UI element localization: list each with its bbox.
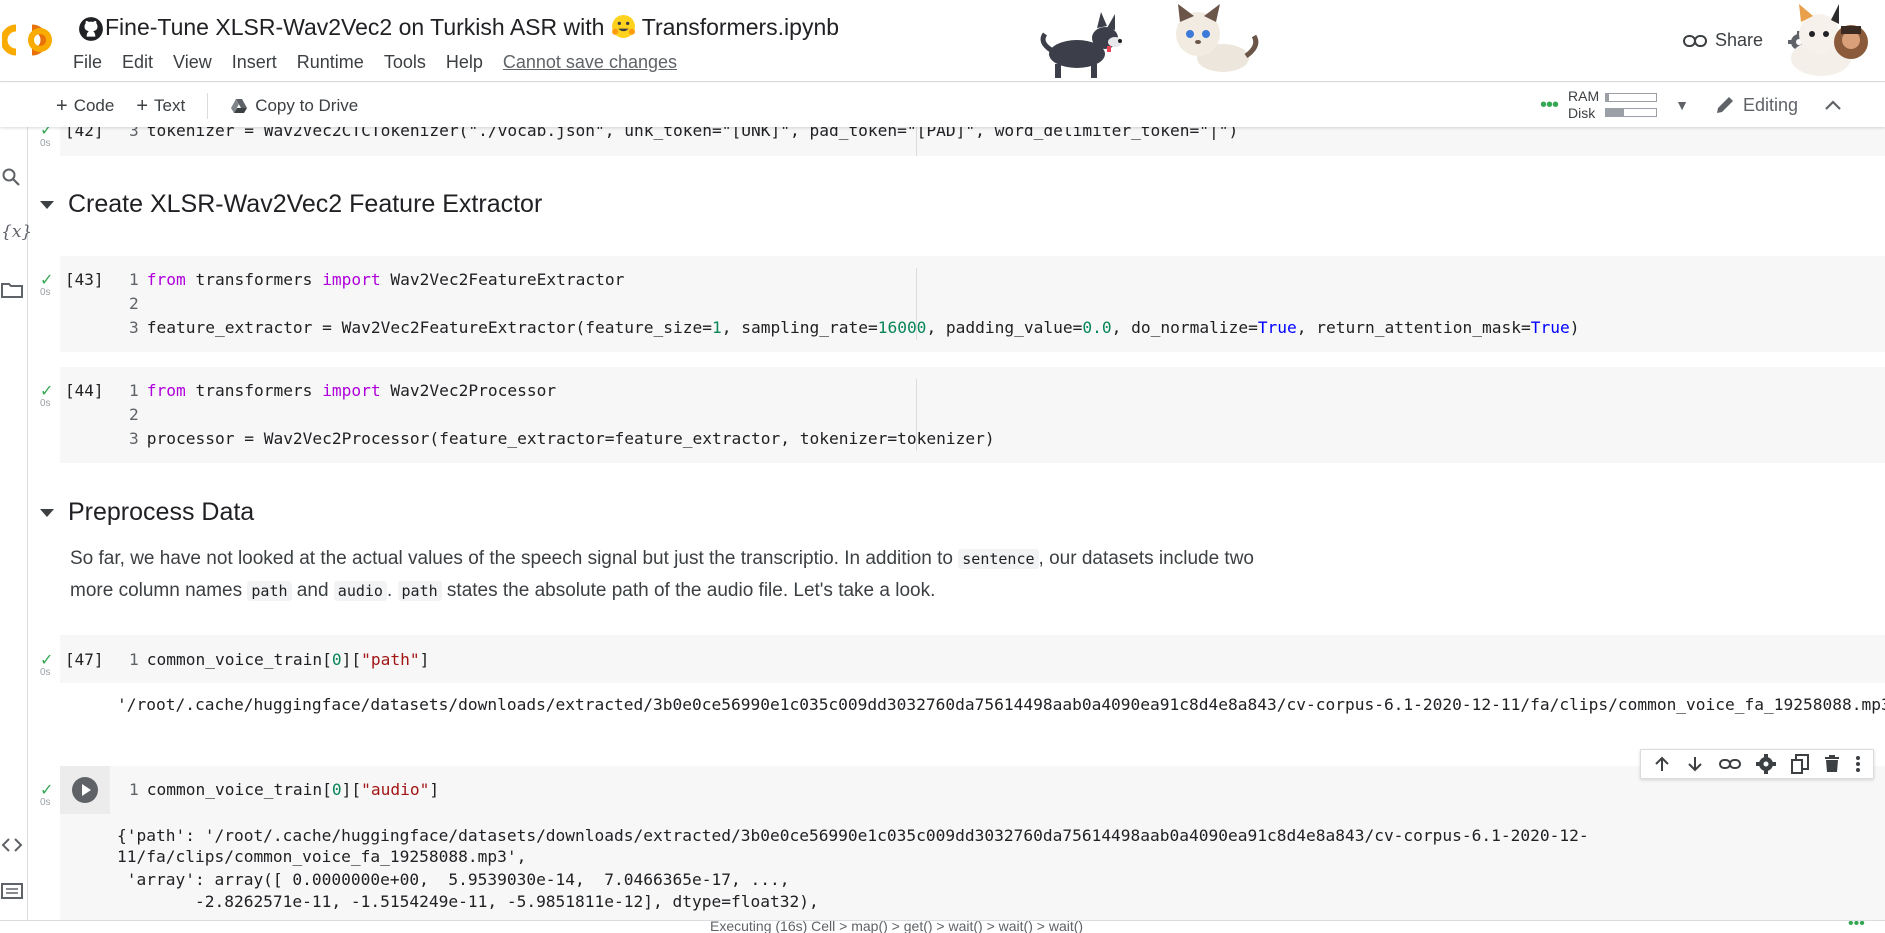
command-palette-icon[interactable]	[1, 883, 23, 899]
menu-tools[interactable]: Tools	[384, 52, 426, 73]
menu-file[interactable]: File	[73, 52, 102, 73]
disk-bar	[1605, 108, 1658, 117]
cell-44-line-3[interactable]: 3 processor = Wav2Vec2Processor(feature_e…	[129, 429, 995, 448]
plus-icon: +	[136, 95, 149, 117]
cell-43-time: 0s	[40, 287, 51, 298]
resource-bars[interactable]	[1605, 93, 1658, 117]
add-code-label: Code	[73, 96, 115, 115]
cell-48-time: 0s	[40, 797, 51, 808]
editing-label: Editing	[1743, 94, 1799, 115]
cell-44-exec-count: [44]	[65, 381, 104, 400]
delete-cell-icon[interactable]	[1824, 755, 1840, 773]
move-down-icon[interactable]	[1686, 755, 1704, 773]
ram-label: RAM	[1568, 88, 1600, 104]
add-text-button[interactable]: + Text	[136, 96, 185, 116]
more-options-icon[interactable]	[1855, 755, 1861, 773]
left-sidebar: {x}	[0, 83, 32, 920]
cell-47-time: 0s	[40, 667, 51, 678]
toolbar-divider	[207, 93, 209, 119]
cell-42-time: 0s	[40, 138, 51, 149]
section-title: Preprocess Data	[68, 498, 255, 526]
cannot-save-link[interactable]: Cannot save changes	[503, 52, 677, 73]
user-avatar[interactable]	[1779, 4, 1885, 82]
cell-43-line-3[interactable]: 3 feature_extractor = Wav2Vec2FeatureExtr…	[129, 318, 1579, 337]
cell-44-line-2[interactable]: 2	[129, 405, 147, 424]
cell-47-output: '/root/.cache/huggingface/datasets/downl…	[117, 695, 1885, 714]
menu-bar: File Edit View Insert Runtime Tools Help…	[73, 52, 697, 73]
copy-to-drive-label: Copy to Drive	[255, 96, 359, 115]
menu-help[interactable]: Help	[446, 52, 483, 73]
add-text-label: Text	[154, 96, 186, 115]
disk-bar-fill	[1606, 109, 1624, 116]
cat-decoration	[1176, 4, 1259, 72]
github-icon	[79, 17, 103, 41]
link-to-cell-icon[interactable]	[1718, 757, 1741, 771]
search-icon[interactable]	[1, 167, 21, 187]
hugging-face-icon	[611, 15, 635, 38]
cell-43-exec-count: [43]	[65, 270, 104, 289]
cell-43-line-1[interactable]: 1 from transformers import Wav2Vec2Featur…	[129, 270, 624, 289]
add-code-button[interactable]: + Code	[56, 96, 114, 116]
run-cell-button[interactable]	[72, 777, 98, 803]
section-heading-feature-extractor[interactable]: Create XLSR-Wav2Vec2 Feature Extractor	[40, 190, 542, 219]
link-icon	[1683, 34, 1707, 47]
menu-edit[interactable]: Edit	[122, 52, 153, 73]
cell-44-line-1[interactable]: 1 from transformers import Wav2Vec2Proces…	[129, 381, 556, 400]
collapse-section-icon[interactable]	[40, 508, 54, 517]
cell-47-exec-count: [47]	[65, 650, 104, 669]
variables-icon[interactable]: {x}	[1, 222, 32, 242]
code-snippets-icon[interactable]	[1, 837, 23, 853]
menu-insert[interactable]: Insert	[232, 52, 277, 73]
share-button[interactable]: Share	[1683, 30, 1763, 51]
cell-44-time: 0s	[40, 398, 51, 409]
resources-dropdown-icon[interactable]: ▼	[1675, 97, 1689, 113]
menu-runtime[interactable]: Runtime	[297, 52, 364, 73]
files-folder-icon[interactable]	[1, 281, 23, 299]
execution-status-bar: Executing (16s) Cell > map() > get() > w…	[0, 920, 1885, 933]
drive-icon	[231, 99, 248, 113]
resource-labels[interactable]: RAM Disk	[1568, 88, 1599, 122]
colab-logo[interactable]	[2, 20, 58, 58]
cell-48-output-line-4: -2.8262571e-11, -1.5154249e-11, -5.98518…	[117, 892, 819, 911]
cell-43-line-2[interactable]: 2	[129, 294, 147, 313]
cell-toolbar	[1640, 749, 1874, 779]
ram-bar	[1605, 93, 1658, 102]
title-suffix: Transformers.ipynb	[641, 14, 840, 40]
corgi-decoration	[1040, 12, 1122, 78]
notebook-title[interactable]: Fine-Tune XLSR-Wav2Vec2 on Turkish ASR w…	[105, 14, 839, 41]
connected-status-icon: •••	[1540, 93, 1559, 116]
cell-48-output-line-1: {'path': '/root/.cache/huggingface/datas…	[117, 826, 1589, 845]
mirror-cell-icon[interactable]	[1791, 754, 1810, 774]
cell-settings-gear-icon[interactable]	[1755, 754, 1776, 774]
section-title: Create XLSR-Wav2Vec2 Feature Extractor	[68, 190, 543, 218]
share-label: Share	[1715, 30, 1764, 50]
title-text: Fine-Tune XLSR-Wav2Vec2 on Turkish ASR w…	[105, 14, 605, 40]
section-heading-preprocess[interactable]: Preprocess Data	[40, 498, 254, 527]
runtime-status-icon: •••	[1848, 920, 1865, 932]
execution-status-text[interactable]: Executing (16s) Cell > map() > get() > w…	[710, 921, 1083, 933]
disk-label: Disk	[1568, 105, 1596, 121]
move-up-icon[interactable]	[1653, 755, 1671, 773]
collapse-header-icon[interactable]	[1824, 99, 1842, 111]
cell-48-output-line-3: 'array': array([ 0.0000000e+00, 5.953903…	[117, 870, 790, 889]
cell-47-line-1[interactable]: 1 common_voice_train[0]["path"]	[129, 650, 429, 669]
notebook-toolbar: + Code + Text Copy to Drive ••• RAM Disk…	[0, 83, 1885, 127]
plus-icon: +	[56, 95, 68, 117]
collapse-section-icon[interactable]	[40, 200, 54, 209]
markdown-paragraph[interactable]: So far, we have not looked at the actual…	[70, 543, 1254, 607]
ram-bar-fill	[1606, 94, 1609, 101]
menu-view[interactable]: View	[173, 52, 212, 73]
copy-to-drive-button[interactable]: Copy to Drive	[230, 96, 358, 116]
editing-mode-button[interactable]: Editing	[1715, 95, 1798, 116]
pencil-icon	[1717, 97, 1733, 113]
cell-48-line-1[interactable]: 1 common_voice_train[0]["audio"]	[129, 780, 439, 799]
cell-48-output-line-2: 11/fa/clips/common_voice_fa_19258088.mp3…	[117, 847, 527, 866]
app-header: Fine-Tune XLSR-Wav2Vec2 on Turkish ASR w…	[0, 0, 1885, 82]
